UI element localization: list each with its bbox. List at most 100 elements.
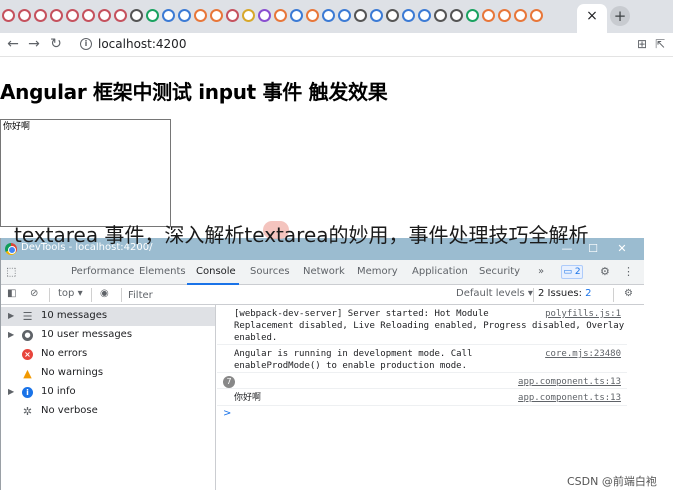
tab-favicon[interactable] [434,9,447,22]
toggle-sidebar-icon[interactable]: ◧ [7,288,16,299]
settings-gear-icon[interactable]: ⚙ [600,265,610,278]
tab-favicon[interactable] [290,9,303,22]
console-prompt-icon[interactable]: > [223,408,231,419]
close-window-icon[interactable]: ✕ [613,240,631,258]
forward-icon[interactable]: → [25,35,43,53]
open-external-icon[interactable]: ⇱ [655,37,665,51]
browser-toolbar: ← → ↻ i localhost:4200 ⊞ ⇱ [0,33,673,57]
back-icon[interactable]: ← [4,35,22,53]
sidebar-item-user-messages[interactable]: ▶ ● 10 user messages [1,326,215,345]
source-link[interactable]: polyfills.js:1 [545,308,621,320]
tab-favicon[interactable] [370,9,383,22]
more-options-icon[interactable]: ⋮ [623,265,634,278]
clear-console-icon[interactable]: ⊘ [30,288,38,299]
tab-security[interactable]: Security [479,266,520,277]
tab-performance[interactable]: Performance [71,266,134,277]
tab-favicon[interactable] [242,9,255,22]
expand-arrow-icon[interactable]: ▶ [8,330,14,339]
tab-favicon[interactable] [450,9,463,22]
source-link[interactable]: app.component.ts:13 [518,392,621,404]
sidebar-item-errors[interactable]: × No errors [1,345,215,364]
url-text[interactable]: localhost:4200 [98,37,186,51]
tab-favicon[interactable] [2,9,15,22]
tab-favicon[interactable] [418,9,431,22]
tab-strip: × + [0,0,673,33]
source-link[interactable]: app.component.ts:13 [518,376,621,388]
tab-favicon[interactable] [274,9,287,22]
issues-count-label: 2 Issues: [538,288,582,299]
tab-favicon[interactable] [466,9,479,22]
source-link[interactable]: core.mjs:23480 [545,348,621,360]
tab-favicon[interactable] [530,9,543,22]
console-message[interactable]: 7 app.component.ts:13 [217,373,627,389]
site-info-icon[interactable]: i [80,38,92,50]
tab-favicon[interactable] [34,9,47,22]
console-settings-gear-icon[interactable]: ⚙ [624,288,633,299]
console-message-text: Angular is running in development mode. … [234,348,472,372]
tab-favicon[interactable] [386,9,399,22]
issues-count-button[interactable]: 2 Issues: 2 [538,288,592,299]
tab-favicon[interactable] [322,9,335,22]
tab-favicon[interactable] [178,9,191,22]
expand-arrow-icon[interactable]: ▶ [8,387,14,396]
issues-count-number: 2 [585,288,592,299]
console-filter-input[interactable] [128,287,438,303]
tab-favicon[interactable] [98,9,111,22]
address-bar[interactable]: i localhost:4200 [70,34,630,55]
tab-favicon[interactable] [402,9,415,22]
close-tab-icon[interactable]: × [584,6,600,26]
tab-memory[interactable]: Memory [357,266,398,277]
tab-favicon[interactable] [306,9,319,22]
new-tab-button[interactable]: + [610,6,630,26]
expand-arrow-icon[interactable]: ▶ [8,311,14,320]
more-tabs-icon[interactable]: » [538,266,544,277]
tab-favicon[interactable] [338,9,351,22]
tab-favicon[interactable] [162,9,175,22]
tab-favicon[interactable] [66,9,79,22]
tab-favicon[interactable] [50,9,63,22]
divider [91,288,92,302]
sidebar-item-verbose[interactable]: ✲ No verbose [1,402,215,421]
tab-favicon[interactable] [130,9,143,22]
test-textarea[interactable]: 你好啊 [0,119,171,227]
tab-favicon[interactable] [226,9,239,22]
minimize-icon[interactable]: — [558,240,576,258]
error-icon: × [22,349,33,360]
info-icon: i [22,387,33,398]
tab-favicon[interactable] [354,9,367,22]
live-expression-eye-icon[interactable]: ◉ [100,288,109,299]
tab-favicon[interactable] [18,9,31,22]
log-levels-dropdown[interactable]: Default levels ▾ [456,288,533,299]
tab-network[interactable]: Network [303,266,345,277]
console-message[interactable]: [webpack-dev-server] Server started: Hot… [217,305,627,345]
tab-favicon[interactable] [114,9,127,22]
inspect-element-icon[interactable]: ⬚ [6,265,16,278]
tab-favicon[interactable] [498,9,511,22]
reload-icon[interactable]: ↻ [47,35,65,53]
console-message[interactable]: 你好啊 app.component.ts:13 [217,389,627,406]
context-selector[interactable]: top ▾ [58,288,83,299]
divider [613,288,614,302]
tab-favicon[interactable] [482,9,495,22]
tab-elements[interactable]: Elements [139,266,186,277]
maximize-icon[interactable]: ☐ [584,240,602,258]
issues-badge[interactable]: ▭ 2 [561,265,583,279]
divider [533,288,534,302]
sidebar-item-info[interactable]: ▶ i 10 info [1,383,215,402]
devtools-titlebar: DevTools - localhost:4200/ — ☐ ✕ [1,238,644,260]
tab-favicon[interactable] [514,9,527,22]
tab-favicon[interactable] [82,9,95,22]
tab-application[interactable]: Application [412,266,468,277]
tab-favicon[interactable] [146,9,159,22]
tab-favicon[interactable] [194,9,207,22]
tab-console[interactable]: Console [196,266,236,277]
share-icon[interactable]: ⊞ [637,37,647,51]
tab-favicon[interactable] [258,9,271,22]
tab-sources[interactable]: Sources [250,266,290,277]
sidebar-item-warnings[interactable]: ▲ No warnings [1,364,215,383]
log-levels-label: Default levels [456,288,525,299]
sidebar-item-messages[interactable]: ▶ ☰ 10 messages [1,307,215,326]
tab-favicon[interactable] [210,9,223,22]
console-message[interactable]: Angular is running in development mode. … [217,345,627,373]
divider [121,288,122,302]
